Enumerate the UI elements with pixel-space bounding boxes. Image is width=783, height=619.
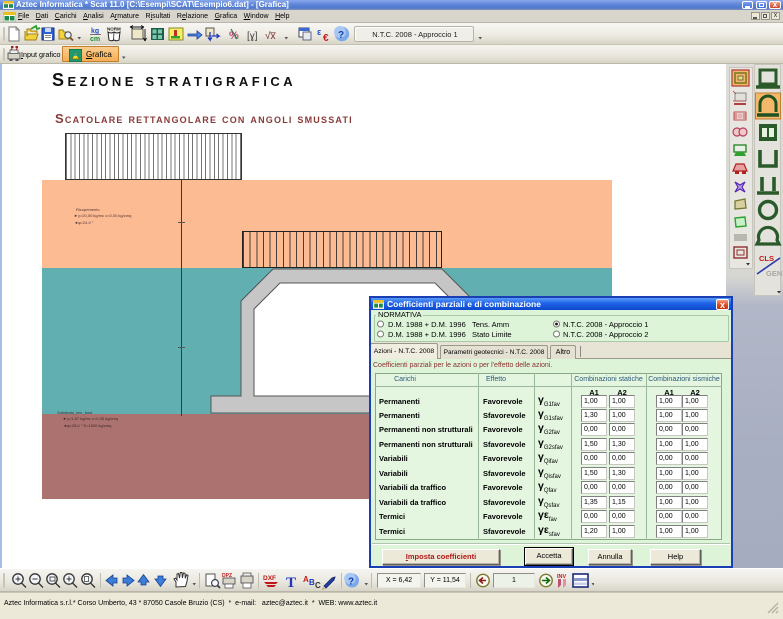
svg-text:?: ? <box>348 577 354 588</box>
svg-text:C: C <box>315 581 321 590</box>
svg-text:€: € <box>323 33 329 44</box>
svg-text:CLS: CLS <box>759 254 774 263</box>
svg-text:NORM: NORM <box>107 27 121 32</box>
svg-text:%: % <box>229 30 239 42</box>
svg-text:DXF: DXF <box>263 575 276 582</box>
svg-text:GEN: GEN <box>766 269 782 278</box>
svg-text:T: T <box>286 575 296 591</box>
svg-text:ε: ε <box>317 27 322 37</box>
svg-text:?: ? <box>338 30 344 41</box>
svg-text:[ɣ]: [ɣ] <box>247 31 258 42</box>
svg-text:√x̅: √x̅ <box>265 30 276 42</box>
svg-text:kg: kg <box>91 28 99 35</box>
svg-text:cm: cm <box>90 36 100 43</box>
